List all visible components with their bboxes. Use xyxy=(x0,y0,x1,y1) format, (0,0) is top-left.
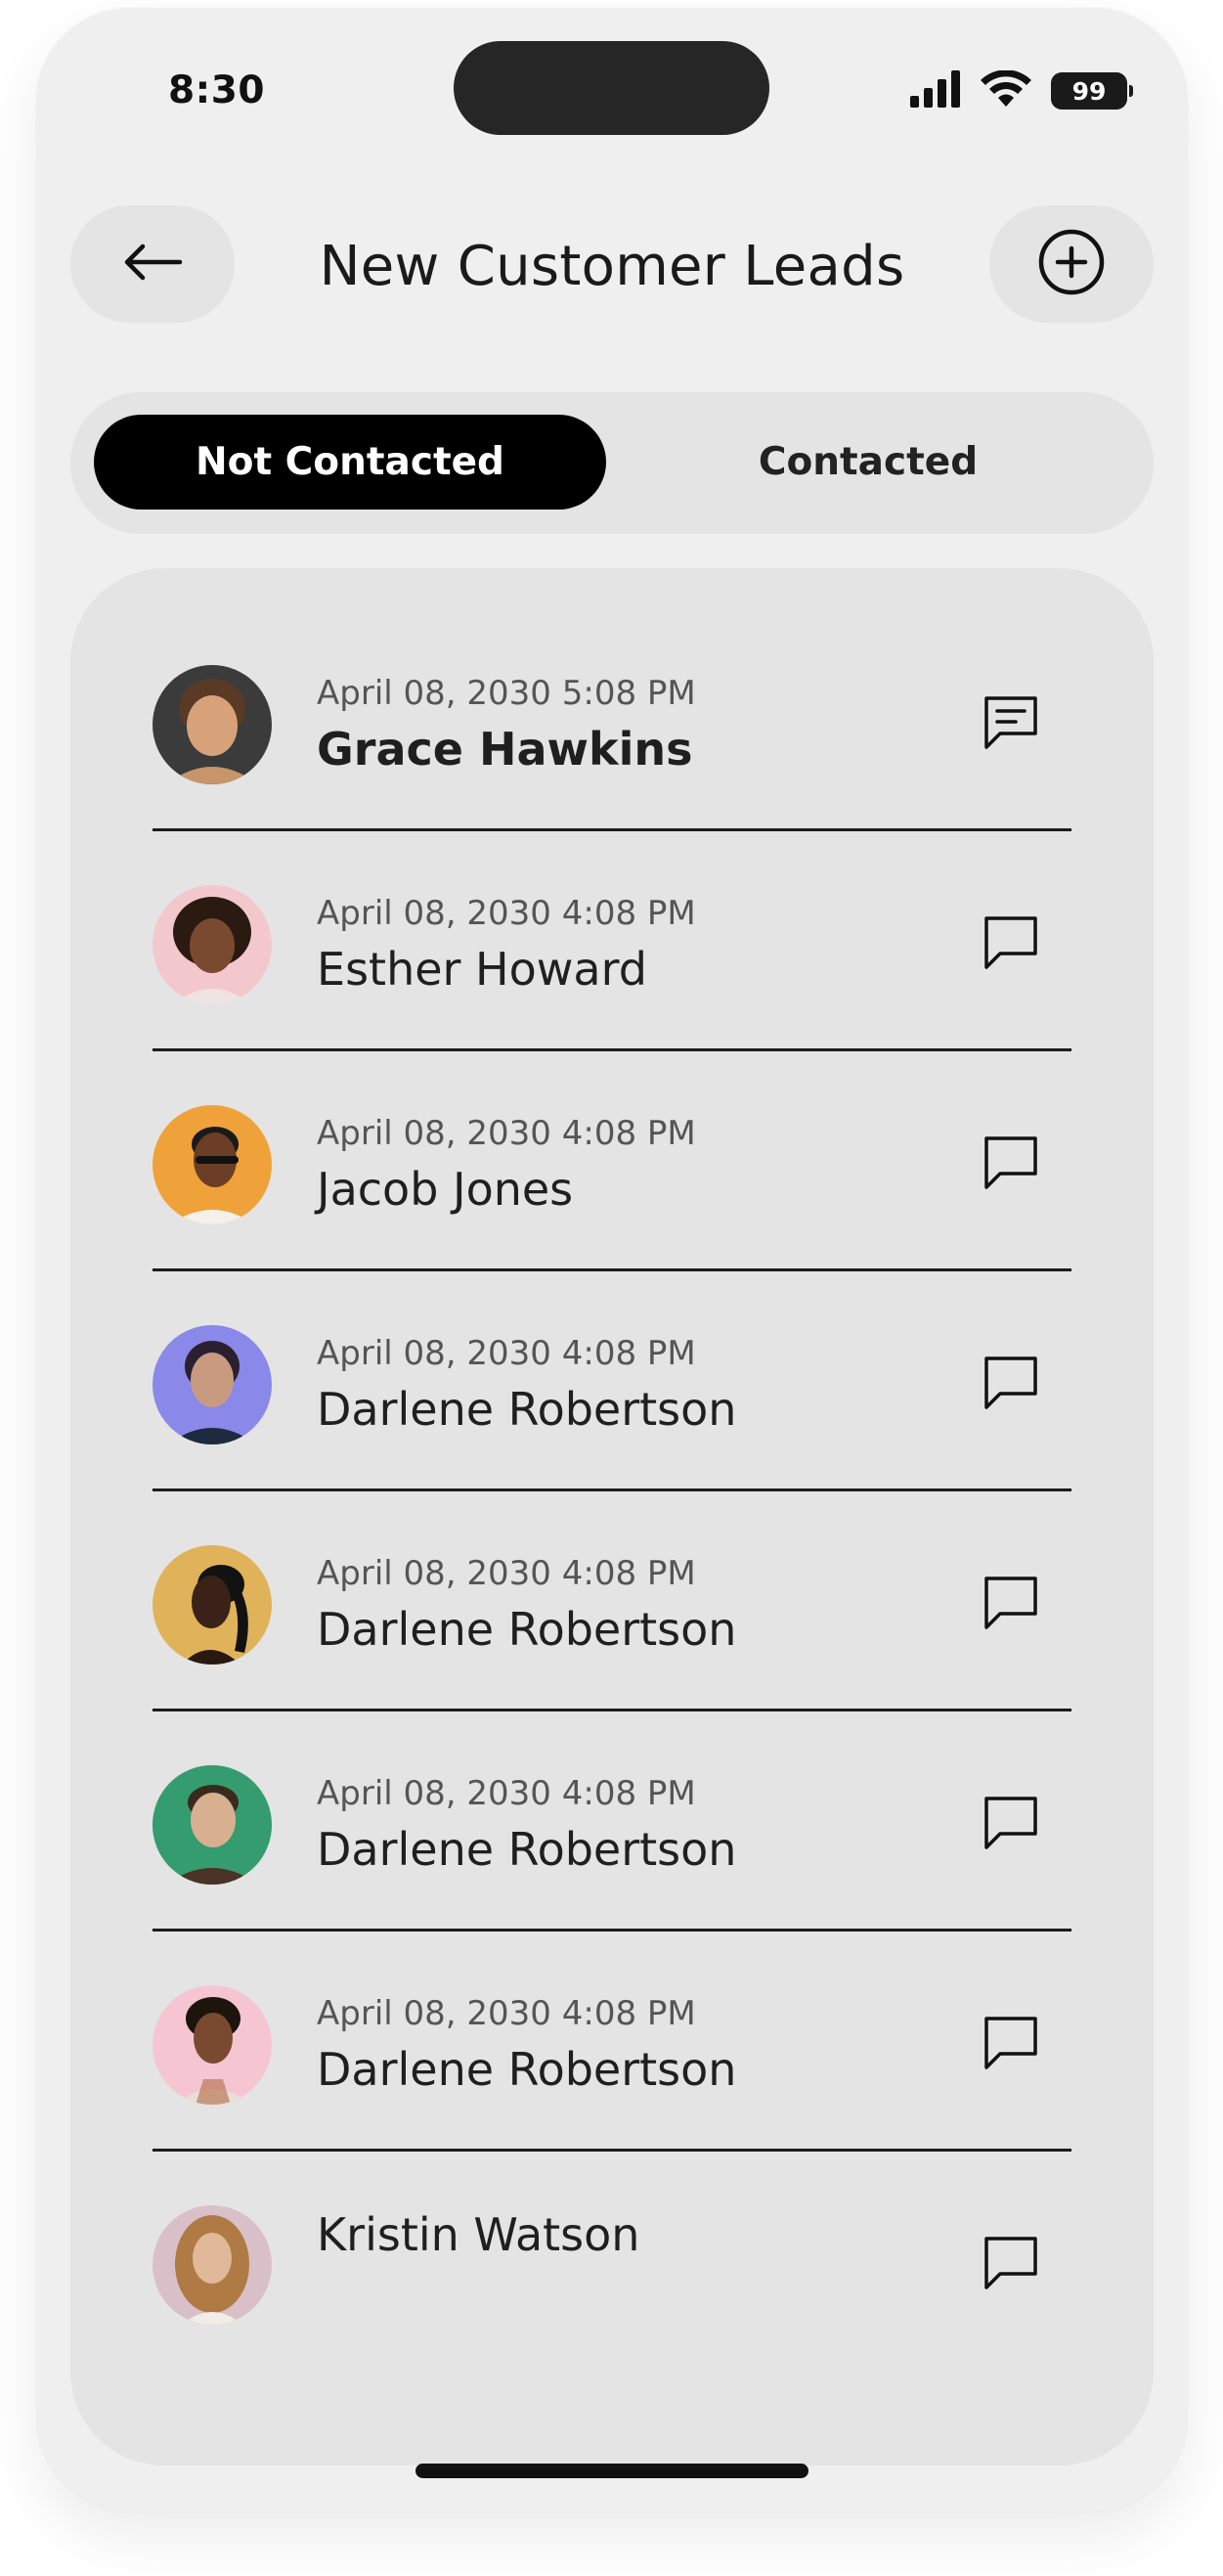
avatar xyxy=(153,1765,272,1885)
lead-row[interactable]: April 08, 2030 4:08 PM Darlene Robertson xyxy=(153,1491,1071,1711)
lead-date: April 08, 2030 4:08 PM xyxy=(317,1334,696,1373)
avatar xyxy=(153,665,272,784)
message-button[interactable] xyxy=(980,2014,1042,2076)
message-icon xyxy=(981,1353,1041,1417)
message-button[interactable] xyxy=(980,1354,1042,1416)
lead-row[interactable]: April 08, 2030 5:08 PM Grace Hawkins xyxy=(153,611,1071,831)
home-indicator[interactable] xyxy=(415,2464,808,2478)
lead-name: Darlene Robertson xyxy=(317,2043,737,2096)
message-lines-icon xyxy=(981,692,1041,757)
lead-row[interactable]: April 08, 2030 4:08 PM Jacob Jones xyxy=(153,1051,1071,1271)
message-button[interactable] xyxy=(980,1794,1042,1856)
avatar xyxy=(153,885,272,1004)
status-time: 8:30 xyxy=(168,68,266,112)
message-icon xyxy=(981,1573,1041,1637)
avatar xyxy=(153,1325,272,1444)
lead-name: Jacob Jones xyxy=(317,1163,574,1216)
tab-contacted[interactable]: Contacted xyxy=(606,415,1130,510)
lead-date: April 08, 2030 4:08 PM xyxy=(317,894,696,933)
lead-name: Esther Howard xyxy=(317,943,647,996)
status-segment-control: Not Contacted Contacted xyxy=(70,392,1154,534)
lead-date: April 08, 2030 4:08 PM xyxy=(317,1554,696,1593)
lead-name: Kristin Watson xyxy=(317,2208,640,2261)
add-lead-button[interactable] xyxy=(989,205,1154,323)
lead-row[interactable]: April 08, 2030 4:08 PM Darlene Robertson xyxy=(153,1271,1071,1491)
avatar xyxy=(153,1105,272,1224)
avatar xyxy=(153,1545,272,1665)
tab-not-contacted[interactable]: Not Contacted xyxy=(94,415,606,510)
lead-date: April 08, 2030 4:08 PM xyxy=(317,1114,696,1153)
message-icon xyxy=(981,1133,1041,1197)
signal-icon xyxy=(910,70,961,111)
message-button[interactable] xyxy=(980,913,1042,976)
lead-date: April 08, 2030 4:08 PM xyxy=(317,1994,696,2033)
lead-row[interactable]: April 08, 2030 4:08 PM Esther Howard xyxy=(153,831,1071,1051)
message-icon xyxy=(981,2233,1041,2297)
message-button[interactable] xyxy=(980,693,1042,756)
status-icons: 99 xyxy=(910,69,1133,111)
lead-row[interactable]: April 08, 2030 4:08 PM Darlene Robertson xyxy=(153,1932,1071,2152)
message-button[interactable] xyxy=(980,1133,1042,1196)
message-button[interactable] xyxy=(980,2234,1042,2296)
message-icon xyxy=(981,1793,1041,1857)
lead-name: Darlene Robertson xyxy=(317,1823,737,1876)
lead-row[interactable]: April 08, 2030 4:08 PM Darlene Robertson xyxy=(153,1711,1071,1932)
plus-circle-icon xyxy=(1037,228,1106,300)
lead-name: Darlene Robertson xyxy=(317,1603,737,1656)
lead-name: Darlene Robertson xyxy=(317,1383,737,1436)
leads-list: April 08, 2030 5:08 PM Grace Hawkins Apr… xyxy=(70,568,1154,2465)
message-button[interactable] xyxy=(980,1574,1042,1636)
lead-row[interactable]: Kristin Watson xyxy=(153,2152,1071,2372)
avatar xyxy=(153,2205,272,2325)
lead-name: Grace Hawkins xyxy=(317,723,693,776)
phone-screen: 8:30 99 New Customer Leads Not Contacted… xyxy=(36,8,1188,2511)
header: New Customer Leads xyxy=(70,205,1154,323)
lead-date: April 08, 2030 4:08 PM xyxy=(317,1774,696,1813)
lead-date: April 08, 2030 5:08 PM xyxy=(317,674,696,713)
message-icon xyxy=(981,912,1041,977)
message-icon xyxy=(981,2013,1041,2077)
wifi-icon xyxy=(981,69,1031,111)
battery-indicator: 99 xyxy=(1051,72,1133,110)
avatar xyxy=(153,1985,272,2105)
dynamic-island xyxy=(454,41,769,135)
